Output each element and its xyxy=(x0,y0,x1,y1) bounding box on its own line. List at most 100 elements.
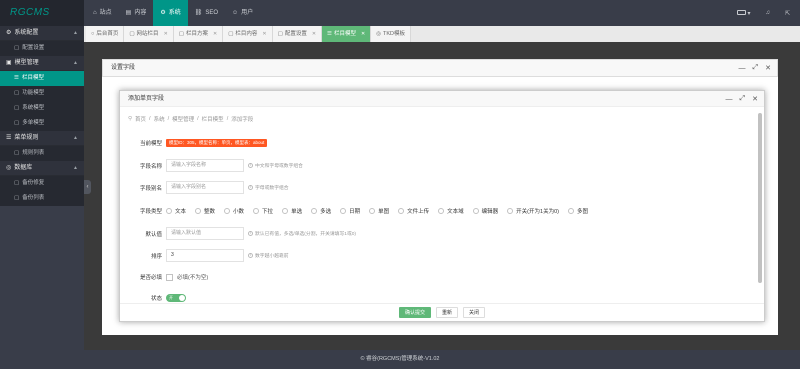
maximize-icon[interactable]: ⤢ xyxy=(740,95,746,103)
close-icon[interactable]: ✕ xyxy=(312,26,316,42)
sidebar-item-multi-model[interactable]: ▢ 多单模型 xyxy=(0,116,84,131)
field-type-option[interactable]: 下拉 xyxy=(253,207,273,215)
tab-config-settings[interactable]: ▢ 配置设置 ✕ xyxy=(272,26,323,42)
field-type-option[interactable]: 文件上传 xyxy=(398,207,429,215)
radio-circle-icon xyxy=(340,208,347,214)
topnav-system[interactable]: ⚙ 系统 xyxy=(153,0,188,26)
sort-hint: i 数字越小越靠前 xyxy=(248,252,289,259)
home-icon: ⌂ xyxy=(93,10,97,16)
topnav-seo[interactable]: ⛓ SEO xyxy=(188,0,225,26)
sort-input[interactable]: 3 xyxy=(166,249,244,262)
sidebar-group-model-manage[interactable]: ▣ 模型管理 ▲ xyxy=(0,56,84,71)
reset-button[interactable]: 重新 xyxy=(435,307,458,318)
required-checkbox[interactable]: 必填(不为空) xyxy=(166,273,208,281)
field-type-option[interactable]: 整数 xyxy=(195,207,215,215)
radio-circle-icon xyxy=(282,208,289,214)
topnav-content[interactable]: ▤ 内容 xyxy=(119,0,154,26)
field-alias-hint: i 字母或数字组合 xyxy=(248,184,289,191)
field-type-option[interactable]: 日期 xyxy=(340,207,360,215)
field-name-label: 字段名称 xyxy=(139,163,162,170)
tab-tkd-template[interactable]: ◎ TKD模板 xyxy=(371,26,412,42)
outer-dialog-header: 设置字段 — ⤢ ✕ xyxy=(102,59,778,77)
radio-circle-icon xyxy=(369,208,376,214)
inner-dialog: 添加单页字段 — ⤢ ✕ ⚲ 首页 / 系统 / 模型管理 / 栏目模型 / 添加字段 … xyxy=(119,90,765,322)
field-name-input[interactable]: 请输入字段名称 xyxy=(166,159,244,172)
sidebar-item-function-model[interactable]: ▢ 功能模型 xyxy=(0,86,84,101)
sidebar-item-backup-repair[interactable]: ▢ 备份修复 xyxy=(0,176,84,191)
info-icon: i xyxy=(248,185,253,190)
bell-icon[interactable]: ♫ xyxy=(765,10,770,16)
row-field-alias: 字段别名 请输入字段别名 i 字母或数字组合 xyxy=(120,181,289,194)
toggle-knob xyxy=(179,295,185,301)
sidebar-item-backup-list[interactable]: ▢ 备份列表 xyxy=(0,191,84,206)
list-icon: ☰ xyxy=(327,31,332,37)
inner-dialog-title: 添加单页字段 xyxy=(128,96,165,102)
sidebar-item-config-settings[interactable]: ▢ 配置设置 xyxy=(0,41,84,56)
row-required: 是否必填 必填(不为空) xyxy=(120,273,208,281)
gear-icon: ⚙ xyxy=(160,10,166,16)
file-icon: ▤ xyxy=(125,10,132,16)
close-icon[interactable]: ✕ xyxy=(765,64,771,72)
sidebar-group-menu-rules[interactable]: ☰ 菜单规则 ▲ xyxy=(0,131,84,146)
close-icon[interactable]: ✕ xyxy=(262,26,266,42)
user-menu[interactable]: ▾ xyxy=(736,9,750,17)
field-type-option[interactable]: 开关(开为1关为0) xyxy=(507,207,559,215)
menu-icon: ☰ xyxy=(6,134,12,141)
tab-column-plan[interactable]: ▢ 栏目方案 ✕ xyxy=(173,26,224,42)
breadcrumb-column-model[interactable]: 栏目模型 xyxy=(202,115,224,123)
sidebar-group-system-config[interactable]: ⚙ 系统配置 ▲ xyxy=(0,26,84,41)
footer: © 睿谷(RGCMS)管理系统-V1.02 xyxy=(0,350,800,369)
default-value-input[interactable]: 请输入默认值 xyxy=(166,227,244,240)
submit-button[interactable]: 确认提交 xyxy=(398,307,431,318)
tab-bar: ○ 后台首页 ▢ 网站栏目 ✕ ▢ 栏目方案 ✕ ▢ 栏目内容 ✕ ▢ 配置设置 ✕ ☰ 栏目模型 ✕… xyxy=(84,26,800,42)
field-type-option[interactable]: 多选 xyxy=(311,207,331,215)
sidebar-group-database[interactable]: ◎ 数据库 ▲ xyxy=(0,161,84,176)
tab-column-content[interactable]: ▢ 栏目内容 ✕ xyxy=(223,26,273,42)
close-icon[interactable]: ✕ xyxy=(752,95,758,103)
minimize-icon[interactable]: — xyxy=(726,96,733,103)
topnav-site[interactable]: ⌂ 站点 xyxy=(86,0,119,26)
avatar-icon xyxy=(736,9,746,15)
radio-circle-icon xyxy=(166,208,172,214)
sidebar-collapse-button[interactable]: ‹ xyxy=(84,180,91,194)
info-icon: i xyxy=(248,231,253,236)
field-type-option[interactable]: 文本域 xyxy=(438,207,464,215)
breadcrumb-model-manage[interactable]: 模型管理 xyxy=(172,115,194,123)
document-icon: ▢ xyxy=(178,31,184,37)
status-label: 状态 xyxy=(150,296,162,302)
default-value-hint: i 默认已有值，多选/单选(分割，开关请填写1或0) xyxy=(248,230,356,237)
field-type-option[interactable]: 单选 xyxy=(282,207,302,215)
document-icon: ▢ xyxy=(14,150,20,156)
tab-dashboard[interactable]: ○ 后台首页 xyxy=(86,26,125,42)
checkbox-icon xyxy=(166,273,173,281)
tab-site-columns[interactable]: ▢ 网站栏目 ✕ xyxy=(124,26,174,42)
field-type-option[interactable]: 文本 xyxy=(166,207,186,215)
sidebar-item-column-model[interactable]: ☰ 栏目模型 xyxy=(0,71,84,86)
maximize-icon[interactable]: ⤢ xyxy=(753,64,759,72)
minimize-icon[interactable]: — xyxy=(739,65,746,72)
app-logo[interactable]: RGCMS xyxy=(0,0,84,26)
tab-column-model[interactable]: ☰ 栏目模型 ✕ xyxy=(322,26,372,42)
radio-circle-icon xyxy=(253,208,260,214)
breadcrumb-system[interactable]: 系统 xyxy=(154,115,165,123)
field-type-option[interactable]: 多图 xyxy=(567,207,588,215)
document-icon: ▢ xyxy=(129,31,135,37)
row-field-type: 字段类型 文本 整数 小数 下拉 单选 多选 日期 单图 文件上传 文本域 编辑… xyxy=(120,207,588,215)
circle-icon: ○ xyxy=(91,31,95,37)
scrollbar[interactable] xyxy=(758,113,762,283)
close-icon[interactable]: ✕ xyxy=(164,26,168,42)
sidebar-item-system-model[interactable]: ▢ 系统模型 xyxy=(0,101,84,116)
close-button[interactable]: 关闭 xyxy=(463,307,486,318)
breadcrumb-home[interactable]: 首页 xyxy=(135,115,146,123)
sidebar-item-rule-list[interactable]: ▢ 规则列表 xyxy=(0,146,84,161)
field-type-option[interactable]: 编辑器 xyxy=(472,207,498,215)
field-type-option[interactable]: 小数 xyxy=(224,207,244,215)
radio-circle-icon xyxy=(195,208,202,214)
close-icon[interactable]: ✕ xyxy=(213,26,217,42)
status-toggle[interactable]: 开 xyxy=(166,294,186,302)
close-icon[interactable]: ✕ xyxy=(361,26,365,42)
field-alias-input[interactable]: 请输入字段别名 xyxy=(166,181,244,194)
expand-icon[interactable]: ⇱ xyxy=(785,10,790,17)
topnav-user[interactable]: ☺ 用户 xyxy=(225,0,260,26)
field-type-option[interactable]: 单图 xyxy=(369,207,389,215)
